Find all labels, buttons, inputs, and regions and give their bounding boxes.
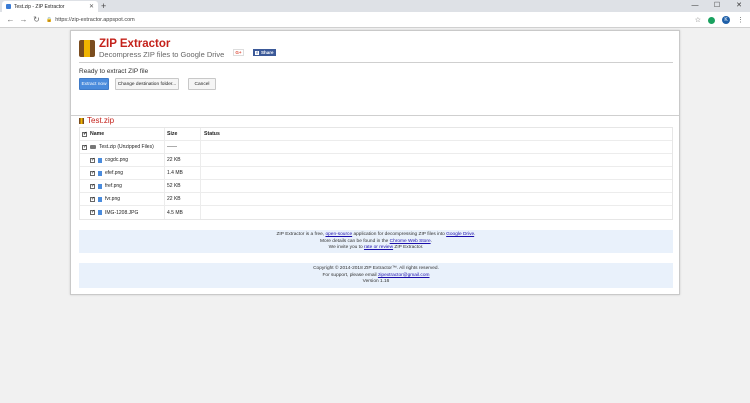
folder-name: Test.zip (Unzipped Files) <box>99 144 154 150</box>
file-status <box>201 206 672 219</box>
file-status <box>201 193 672 205</box>
status-text: Ready to extract ZIP file <box>79 68 149 75</box>
google-plus-button[interactable]: G+ <box>233 49 244 56</box>
version-text: Version 1.16 <box>362 279 390 284</box>
info-text: We invite you to <box>328 245 364 250</box>
select-all-checkbox[interactable] <box>82 131 87 137</box>
extract-now-button[interactable]: Extract now <box>79 78 109 90</box>
file-name: fvr.png <box>105 196 121 202</box>
minimize-icon[interactable]: — <box>684 0 706 12</box>
window-controls: — ☐ ✕ <box>684 0 750 12</box>
tab-favicon-icon <box>6 4 11 9</box>
support-email-link[interactable]: zipextractor@gmail.com <box>378 273 430 278</box>
reload-icon[interactable]: ↻ <box>30 15 43 24</box>
forward-icon[interactable]: → <box>17 15 30 24</box>
file-size: 22 KB <box>165 154 201 166</box>
info-text: . <box>430 238 432 244</box>
share-label: Share <box>261 50 274 55</box>
folder-checkbox[interactable] <box>82 144 87 150</box>
lock-icon[interactable]: 🔒 <box>46 17 52 23</box>
address-bar[interactable]: https://zip-extractor.appspot.com <box>55 17 134 23</box>
close-window-icon[interactable]: ✕ <box>728 0 750 12</box>
info-text: More details can be found in the <box>320 238 390 244</box>
browser-tab[interactable]: Test.zip - ZIP Extractor ✕ <box>2 1 98 12</box>
open-source-link[interactable]: open-source <box>325 232 352 237</box>
table-row: IMG-1208.JPG 4.5 MB <box>80 206 672 219</box>
maximize-icon[interactable]: ☐ <box>706 0 728 12</box>
info-line-3: We invite you to rate or review ZIP Extr… <box>79 245 673 252</box>
change-destination-button[interactable]: Change destination folder... <box>115 78 179 90</box>
brand-tagline: Decompress ZIP files to Google Drive <box>99 50 225 59</box>
file-status <box>201 180 672 192</box>
table-row: cogdc.png 22 KB <box>80 154 672 167</box>
file-icon <box>98 210 102 215</box>
file-icon <box>98 170 102 176</box>
footer-panel: Copyright © 2014-2018 ZIP Extractor™. Al… <box>79 263 673 288</box>
file-size: 22 KB <box>165 193 201 205</box>
file-checkbox[interactable] <box>90 183 95 189</box>
table-row: Test.zip (Unzipped Files) —— <box>80 141 672 154</box>
chrome-web-store-link[interactable]: Chrome Web Store <box>390 239 431 244</box>
menu-icon[interactable]: ⋮ <box>737 16 744 24</box>
col-name: Name <box>90 131 105 137</box>
folder-icon <box>90 145 96 149</box>
table-row: fref.png 52 KB <box>80 180 672 193</box>
info-text: application for decompressing ZIP files … <box>352 232 447 237</box>
brand-title: ZIP Extractor <box>99 38 171 50</box>
bookmark-star-icon[interactable]: ☆ <box>695 16 701 24</box>
app-page: ZIP Extractor Decompress ZIP files to Go… <box>70 30 680 295</box>
folder-size: —— <box>165 141 201 153</box>
zip-file-title: Test.zip <box>79 116 114 125</box>
support-text: For support, please email <box>322 272 378 278</box>
info-panel: ZIP Extractor is a free, open-source app… <box>79 230 673 253</box>
browser-toolbar: ← → ↻ 🔒 https://zip-extractor.appspot.co… <box>0 12 750 28</box>
table-header: Name Size Status <box>80 128 672 141</box>
file-status <box>201 167 672 179</box>
new-tab-button[interactable]: + <box>101 0 106 12</box>
file-status <box>201 154 672 166</box>
file-size: 4.5 MB <box>165 206 201 219</box>
facebook-share-button[interactable]: f Share <box>253 49 276 56</box>
facebook-icon: f <box>255 49 259 55</box>
folder-status <box>201 141 672 153</box>
extension-icon[interactable] <box>708 16 715 24</box>
section-divider <box>71 115 679 116</box>
app-header: ZIP Extractor Decompress ZIP files to Go… <box>79 37 673 63</box>
file-table: Name Size Status Test.zip (Unzipped File… <box>79 127 673 220</box>
file-checkbox[interactable] <box>90 209 95 215</box>
file-checkbox[interactable] <box>90 170 95 176</box>
table-row: efef.png 1.4 MB <box>80 167 672 180</box>
file-name: efef.png <box>105 170 124 176</box>
file-name: fref.png <box>105 183 122 189</box>
google-drive-link[interactable]: Google Drive <box>446 232 474 237</box>
file-icon <box>98 157 102 163</box>
info-text: ZIP Extractor. <box>393 245 424 250</box>
col-size: Size <box>165 128 201 140</box>
back-icon[interactable]: ← <box>4 15 17 24</box>
zip-file-icon <box>79 117 84 124</box>
file-size: 52 KB <box>165 180 201 192</box>
cancel-button[interactable]: Cancel <box>188 78 216 90</box>
col-status: Status <box>204 131 220 137</box>
zip-file-name: Test.zip <box>87 116 115 125</box>
file-name: cogdc.png <box>105 157 129 163</box>
file-name: IMG-1208.JPG <box>105 209 139 216</box>
browser-tabstrip: Test.zip - ZIP Extractor ✕ + — ☐ ✕ <box>0 0 750 12</box>
tab-title: Test.zip - ZIP Extractor <box>14 3 65 10</box>
file-checkbox[interactable] <box>90 196 95 202</box>
file-size: 1.4 MB <box>165 167 201 179</box>
tab-close-icon[interactable]: ✕ <box>89 3 94 10</box>
zip-logo-icon <box>79 40 95 57</box>
info-text: . <box>474 232 476 237</box>
file-icon <box>98 183 102 189</box>
profile-avatar[interactable]: K <box>722 16 730 24</box>
file-checkbox[interactable] <box>90 157 95 163</box>
table-row: fvr.png 22 KB <box>80 193 672 206</box>
file-icon <box>98 196 102 202</box>
rate-review-link[interactable]: rate or review <box>364 245 393 250</box>
info-text: ZIP Extractor is a free, <box>276 232 326 237</box>
